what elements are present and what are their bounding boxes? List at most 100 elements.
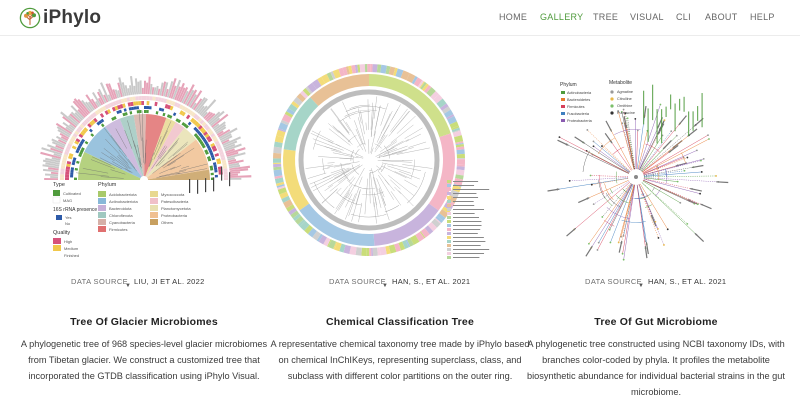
glacier-track-cell <box>70 167 75 171</box>
glacier-track-cell <box>74 177 78 180</box>
legend-phylum-bacteroidetes: Bacteroidetes <box>567 98 590 102</box>
legend-metabolite-ornithine: Ornithine <box>617 104 632 108</box>
chemical-tree-image[interactable] <box>269 62 531 268</box>
gut-abundance-bar <box>647 108 649 142</box>
legend-swatch-proteobacteria <box>561 119 565 122</box>
legend-swatch-mag <box>52 196 61 204</box>
chem-legend-line <box>453 185 475 186</box>
gut-tip-dot <box>617 241 620 244</box>
data-source-label: DATA SOURCE <box>585 277 643 286</box>
glacier-track-cell <box>144 110 147 114</box>
chem-legend-line <box>453 237 484 238</box>
glacier-track-cell <box>141 110 144 114</box>
legend-phylum-title: Phylum <box>560 82 577 88</box>
data-source-link[interactable]: LIU, JI ET AL. 2022 <box>134 277 205 286</box>
gut-tip-dot <box>666 228 669 231</box>
legend-rna-no: No <box>65 221 71 226</box>
nav-home[interactable]: HOME <box>499 12 527 22</box>
gut-tip-dot <box>675 134 678 137</box>
chem-outer-segment <box>456 158 465 160</box>
glacier-tree-image[interactable]: Type Cultivated MAG 16S rRNA presence Ye… <box>13 62 275 268</box>
chem-legend-line <box>453 245 481 246</box>
nav-visual[interactable]: VISUAL <box>630 12 664 22</box>
chem-legend-swatch <box>447 244 451 247</box>
glacier-track-cell <box>214 172 218 176</box>
glacier-outer-bar <box>229 177 242 180</box>
chem-legend-line <box>453 221 482 222</box>
glacier-track-cell <box>151 101 155 106</box>
glacier-track-cell <box>223 174 228 178</box>
glacier-track-cell <box>133 106 137 110</box>
chem-outer-segment <box>372 247 378 256</box>
chem-legend-swatch <box>447 220 451 223</box>
gut-tip-dot <box>589 174 592 177</box>
chem-legend-swatch <box>447 208 451 211</box>
legend-dot-citrulline <box>610 97 614 101</box>
glacier-track-cell <box>65 174 70 178</box>
legend-swatch-cyanobacteria <box>98 219 106 225</box>
legend-phylum-firmicutes: Firmicutes <box>109 227 127 232</box>
chem-legend-line <box>453 181 479 182</box>
glacier-outer-bar <box>144 80 147 95</box>
gut-tree-image[interactable]: Phylum Actinobacteria Bacteroidetes Firm… <box>525 62 787 268</box>
nav-gallery[interactable]: GALLERY <box>540 12 583 22</box>
chem-legend-swatch <box>447 212 451 215</box>
chem-legend-swatch <box>447 188 451 191</box>
legend-metabolite-putrescine: Putrescine <box>617 111 635 115</box>
legend-swatch-firmicutes <box>98 226 106 232</box>
glacier-track-cell <box>149 96 153 101</box>
chem-outer-segment <box>361 247 367 256</box>
legend-swatch-finished <box>53 252 61 258</box>
legend-metabolite-title: Metabolite <box>609 80 632 86</box>
legend-phylum-patescibacteria: Patescibacteria <box>161 199 189 204</box>
legend-swatch-high <box>53 238 61 244</box>
glacier-outer-bar <box>50 175 59 179</box>
gut-abundance-bar <box>643 90 645 125</box>
data-source-row: DATA SOURCE LIU, JI ET AL. 2022 ▼ <box>13 275 275 293</box>
glacier-outer-bar <box>141 87 144 95</box>
glacier-track-cell <box>210 175 214 178</box>
glacier-track-cell <box>135 96 139 101</box>
glacier-track-cell <box>214 169 218 173</box>
legend-metabolite-agmatine: Agmatine <box>617 90 633 94</box>
gut-tip-dot <box>597 241 600 244</box>
gut-tip-dot <box>700 171 703 173</box>
gut-tip-dot <box>596 249 599 251</box>
nav-about[interactable]: ABOUT <box>705 12 738 22</box>
tree-logo-icon <box>19 7 41 29</box>
glacier-track-cell <box>210 170 214 173</box>
chem-legend-swatch <box>447 228 451 231</box>
chem-legend-line <box>453 233 478 234</box>
card-title: Tree Of Glacier Microbiomes <box>70 316 218 328</box>
data-source-link[interactable]: HAN, S., ET AL. 2021 <box>648 277 726 286</box>
gut-abundance-bar <box>670 94 672 110</box>
data-source-link[interactable]: HAN, S., ET AL. 2021 <box>392 277 470 286</box>
brand-home-link[interactable]: iPhylo <box>19 5 101 31</box>
source-caret-icon: ▼ <box>638 283 644 289</box>
legend-swatch-chloroflexota <box>98 212 106 218</box>
gut-abundance-bar <box>688 111 690 136</box>
legend-phylum-cyanobacteria: Cyanobacteria <box>109 220 136 225</box>
glacier-track-cell <box>153 106 157 111</box>
legend-swatch-rna-no <box>56 221 62 226</box>
nav-help[interactable]: HELP <box>750 12 775 22</box>
source-caret-icon: ▼ <box>382 283 388 289</box>
chem-legend-swatch <box>447 216 451 219</box>
nav-cli[interactable]: CLI <box>676 12 691 22</box>
legend-quality-finished: Finished <box>64 253 79 258</box>
gut-tip-dot <box>601 145 603 147</box>
legend-rna-yes: Yes <box>65 215 72 220</box>
legend-phylum-proteobacteria: Proteobacteria <box>161 213 188 218</box>
legend-type-mag: MAG <box>63 198 72 203</box>
gut-tip-dot <box>663 119 666 121</box>
legend-phylum-fusobacteria: Fusobacteria <box>567 112 590 116</box>
gut-tip-dot <box>657 237 660 239</box>
glacier-track-cell <box>214 174 218 178</box>
gut-tip-dot <box>592 203 595 206</box>
legend-phylum-proteobacteria: Proteobacteria <box>567 119 593 123</box>
gallery-card-glacier: Type Cultivated MAG 16S rRNA presence Ye… <box>13 62 275 412</box>
nav-tree[interactable]: TREE <box>593 12 618 22</box>
chem-outer-segment <box>456 159 465 165</box>
chem-outer-segment <box>273 146 282 154</box>
gut-tip-dot <box>609 241 612 244</box>
